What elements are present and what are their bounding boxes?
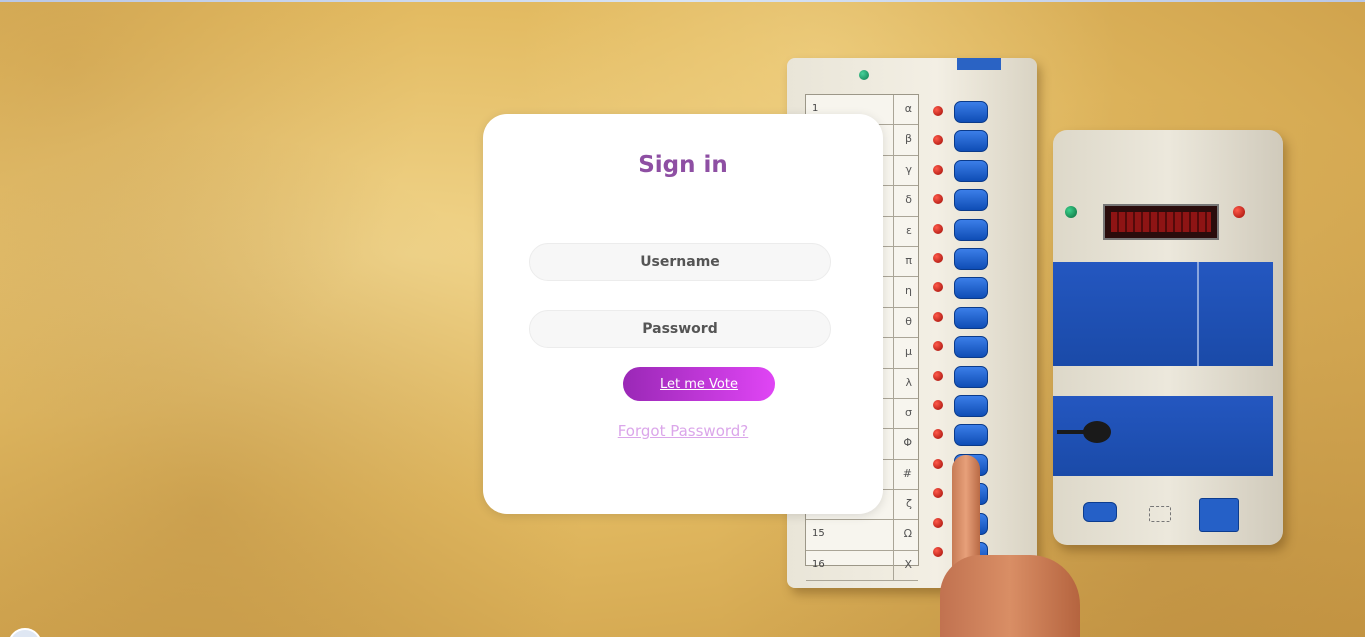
candidate-vote-button: [954, 277, 988, 300]
party-symbol: ε: [906, 223, 912, 237]
candidate-lamp: [933, 223, 943, 234]
party-symbol: σ: [905, 405, 912, 419]
control-panel-upper: [1053, 262, 1273, 366]
party-symbol: β: [904, 132, 912, 146]
candidate-vote-button: [954, 365, 988, 388]
party-symbol: γ: [905, 162, 912, 176]
candidate-lamp: [933, 135, 943, 146]
username-input[interactable]: [529, 243, 831, 281]
hand-illustration: [940, 555, 1080, 637]
candidate-lamp: [933, 370, 943, 381]
candidate-lamp: [933, 517, 943, 528]
party-symbol: #: [902, 466, 912, 480]
candidate-lamp: [933, 400, 943, 410]
candidate-vote-button: [954, 248, 988, 270]
candidate-vote-button: [954, 130, 988, 153]
ballot-row-number: 1: [812, 103, 819, 114]
candidate-lamp: [933, 311, 943, 322]
ballot-row-divider: [893, 277, 894, 307]
candidate-vote-button: [954, 218, 988, 241]
login-card: Sign in Let me Vote Forgot Password?: [483, 114, 883, 514]
candidate-vote-button: [954, 336, 988, 359]
top-border: [0, 0, 1365, 2]
party-symbol: Ω: [903, 527, 912, 541]
control-button-right: [1199, 498, 1239, 532]
candidate-vote-button: [954, 101, 988, 123]
ballot-row-divider: [893, 459, 894, 490]
candidate-lamp: [933, 106, 943, 116]
candidate-lamp: [933, 253, 943, 263]
forgot-password-link[interactable]: Forgot Password?: [483, 422, 883, 440]
ballot-row-divider: [893, 520, 894, 550]
candidate-vote-button: [954, 306, 988, 329]
evm-control-unit-illustration: [1053, 130, 1283, 545]
party-symbol: α: [904, 102, 912, 115]
ballot-row-divider: [893, 490, 894, 520]
candidate-vote-button: [954, 189, 988, 212]
party-symbol: θ: [905, 314, 912, 328]
party-symbol: δ: [905, 193, 912, 207]
control-button-left: [1083, 502, 1117, 522]
ballot-row-divider: [893, 125, 894, 155]
ballot-row-divider: [893, 95, 894, 125]
ballot-row-number: 15: [812, 528, 825, 540]
ballot-row-divider: [893, 307, 894, 338]
ballot-row-divider: [893, 550, 894, 581]
party-symbol: η: [905, 284, 912, 298]
ballot-row-divider: [893, 216, 894, 246]
display-panel: [1103, 204, 1219, 240]
party-symbol: ζ: [906, 497, 912, 511]
party-symbol: μ: [905, 345, 912, 359]
candidate-lamp: [933, 282, 943, 293]
candidate-lamp: [933, 429, 943, 440]
party-symbol: π: [905, 253, 912, 267]
party-symbol: X: [904, 557, 912, 571]
party-symbol: λ: [905, 375, 912, 389]
password-input[interactable]: [529, 310, 831, 348]
candidate-lamp: [933, 458, 943, 469]
ballot-row-divider: [893, 429, 894, 459]
ballot-row-divider: [893, 155, 894, 186]
ballot-row-divider: [893, 186, 894, 216]
ballot-row-divider: [893, 398, 894, 429]
ballot-row-divider: [893, 368, 894, 398]
party-symbol: Φ: [903, 436, 912, 450]
candidate-lamp: [933, 194, 943, 205]
candidate-lamp: [933, 164, 943, 175]
on-lamp: [1065, 206, 1077, 218]
ballot-unit-tab: [957, 58, 1001, 70]
control-button-center: [1149, 506, 1171, 522]
page-title: Sign in: [638, 152, 728, 178]
ballot-row-divider: [893, 246, 894, 277]
let-me-vote-button[interactable]: Let me Vote: [623, 367, 775, 401]
candidate-lamp: [933, 547, 943, 557]
ballot-row-number: 16: [812, 558, 825, 570]
candidate-lamp: [933, 341, 943, 352]
ballot-row-divider: [893, 338, 894, 368]
candidate-lamp: [933, 488, 943, 499]
ballot-row: X 16: [806, 550, 918, 582]
ballot-row: Ω 15: [806, 520, 918, 551]
candidate-vote-button: [954, 395, 988, 417]
ready-lamp: [859, 70, 869, 80]
candidate-vote-button: [954, 424, 988, 447]
control-knob: [1057, 421, 1111, 443]
busy-lamp: [1233, 206, 1245, 218]
candidate-vote-button: [954, 159, 988, 182]
